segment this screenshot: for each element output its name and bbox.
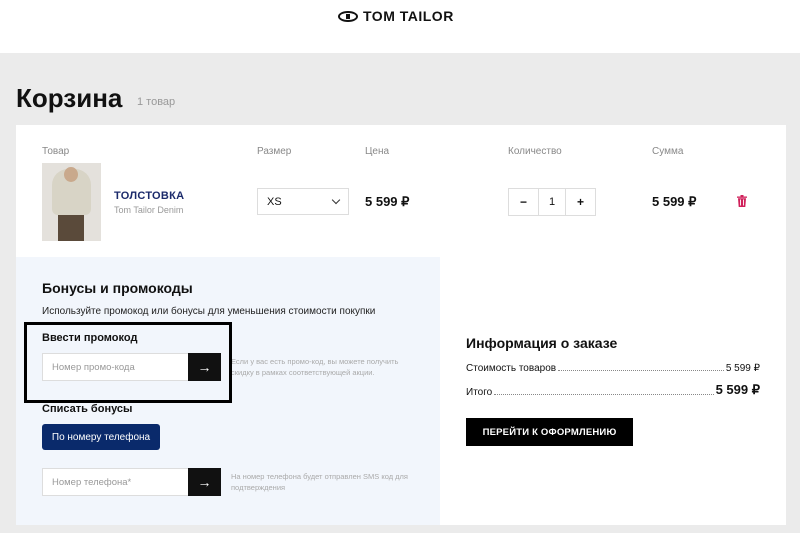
total-row: Итого 5 599 ₽ bbox=[466, 382, 760, 398]
goods-cost-value: 5 599 ₽ bbox=[725, 363, 760, 374]
order-info-title: Информация о заказе bbox=[466, 335, 618, 351]
item-sum: 5 599 ₽ bbox=[652, 194, 697, 209]
product-image[interactable] bbox=[42, 163, 101, 241]
checkout-button[interactable]: ПЕРЕЙТИ К ОФОРМЛЕНИЮ bbox=[466, 418, 633, 446]
item-price: 5 599 ₽ bbox=[365, 194, 410, 209]
product-brand: Tom Tailor Denim bbox=[114, 205, 184, 215]
goods-cost-label: Стоимость товаров bbox=[466, 363, 557, 374]
quantity-stepper: − 1 + bbox=[508, 188, 596, 216]
total-value: 5 599 ₽ bbox=[715, 382, 760, 397]
logo-icon bbox=[338, 10, 358, 22]
total-label: Итого bbox=[466, 387, 493, 398]
phone-submit-button[interactable]: → bbox=[188, 468, 221, 496]
column-header-sum: Сумма bbox=[652, 146, 684, 157]
product-name[interactable]: ТОЛСТОВКА bbox=[114, 190, 184, 202]
column-header-quantity: Количество bbox=[508, 146, 562, 157]
phone-number-button[interactable]: По номеру телефона bbox=[42, 424, 160, 450]
trash-icon[interactable] bbox=[737, 195, 747, 207]
column-header-product: Товар bbox=[42, 146, 70, 157]
column-header-size: Размер bbox=[257, 146, 292, 157]
phone-input[interactable]: Номер телефона* bbox=[42, 468, 189, 496]
bonus-label: Списать бонусы bbox=[42, 403, 133, 415]
cart-item-count: 1 товар bbox=[137, 96, 176, 108]
phone-hint: На номер телефона будет отправлен SMS ко… bbox=[231, 472, 408, 492]
page-title: Корзина bbox=[16, 83, 123, 113]
header: TOM TAILOR bbox=[0, 0, 800, 53]
column-header-price: Цена bbox=[365, 146, 390, 157]
goods-cost-row: Стоимость товаров 5 599 ₽ bbox=[466, 363, 760, 374]
size-select[interactable]: XS bbox=[257, 188, 349, 215]
decrement-button[interactable]: − bbox=[509, 189, 538, 215]
promo-description: Используйте промокод или бонусы для умен… bbox=[42, 306, 376, 317]
increment-button[interactable]: + bbox=[566, 189, 595, 215]
phone-placeholder: Номер телефона* bbox=[52, 476, 132, 488]
quantity-value[interactable]: 1 bbox=[538, 189, 566, 215]
highlight-box bbox=[24, 322, 232, 403]
promo-title: Бонусы и промокоды bbox=[42, 280, 193, 296]
promo-code-hint: Если у вас есть промо-код, вы можете пол… bbox=[231, 357, 399, 377]
brand-logo[interactable]: TOM TAILOR bbox=[338, 8, 454, 24]
size-value: XS bbox=[267, 195, 282, 208]
logo-text: TOM TAILOR bbox=[363, 8, 454, 24]
chevron-down-icon bbox=[331, 195, 341, 205]
